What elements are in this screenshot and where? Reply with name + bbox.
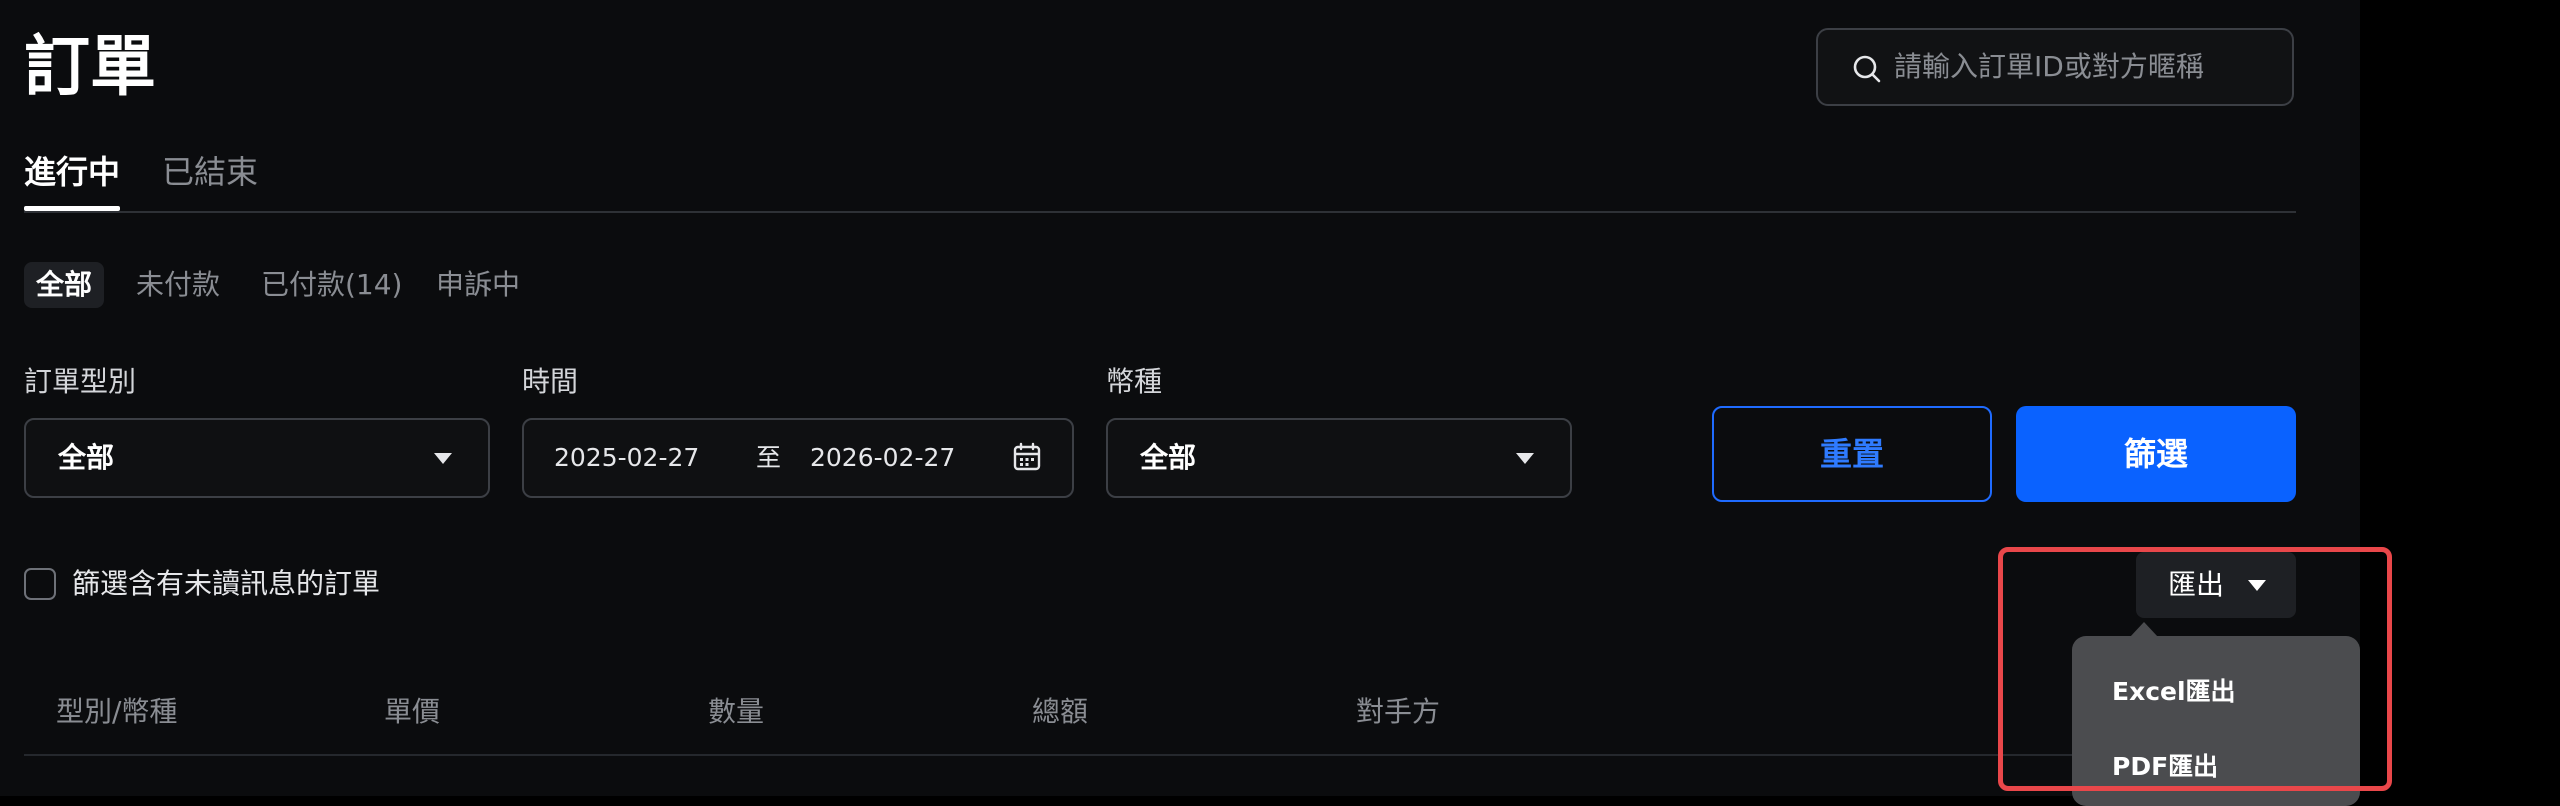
filter-button[interactable]: 篩選 bbox=[2016, 406, 2296, 502]
date-start[interactable]: 2025-02-27 bbox=[554, 420, 699, 496]
highlight-box bbox=[1998, 547, 2392, 791]
tabs-divider bbox=[24, 211, 2296, 213]
time-label: 時間 bbox=[522, 365, 579, 398]
status-filter-paid[interactable]: 已付款(14) bbox=[249, 262, 414, 308]
order-type-label: 訂單型別 bbox=[24, 365, 137, 398]
tab-in-progress[interactable]: 進行中 bbox=[24, 148, 120, 196]
status-filter-appeal[interactable]: 申訴中 bbox=[424, 262, 532, 308]
order-type-select[interactable]: 全部 bbox=[24, 418, 490, 498]
tab-ended[interactable]: 已結束 bbox=[162, 148, 258, 196]
currency-label: 幣種 bbox=[1106, 365, 1163, 398]
date-end[interactable]: 2026-02-27 bbox=[810, 420, 955, 496]
status-filter-all[interactable]: 全部 bbox=[24, 262, 105, 308]
order-type-value: 全部 bbox=[58, 441, 115, 474]
currency-value: 全部 bbox=[1140, 441, 1197, 474]
currency-select[interactable]: 全部 bbox=[1106, 418, 1572, 498]
reset-button[interactable]: 重置 bbox=[1712, 406, 1992, 502]
calendar-icon[interactable] bbox=[1012, 442, 1042, 472]
chevron-down-icon bbox=[434, 453, 452, 464]
column-header-counterparty: 對手方 bbox=[1356, 695, 1441, 728]
search-placeholder: 請輸入訂單ID或對方暱稱 bbox=[1894, 50, 2204, 83]
unread-filter-label[interactable]: 篩選含有未讀訊息的訂單 bbox=[72, 562, 380, 606]
column-header-type: 型別/幣種 bbox=[56, 695, 178, 728]
unread-filter-checkbox[interactable] bbox=[24, 568, 56, 600]
table-header-divider bbox=[24, 754, 2296, 756]
column-header-price: 單價 bbox=[384, 695, 441, 728]
column-header-quantity: 數量 bbox=[708, 695, 765, 728]
search-input[interactable]: 請輸入訂單ID或對方暱稱 bbox=[1816, 28, 2294, 106]
status-filter-unpaid[interactable]: 未付款 bbox=[124, 262, 232, 308]
date-separator: 至 bbox=[756, 443, 782, 472]
chevron-down-icon bbox=[1516, 453, 1534, 464]
column-header-total: 總額 bbox=[1032, 695, 1089, 728]
page-title: 訂單 bbox=[24, 28, 156, 105]
date-range-picker[interactable]: 2025-02-27 至 2026-02-27 bbox=[522, 418, 1074, 498]
search-icon bbox=[1853, 55, 1881, 83]
